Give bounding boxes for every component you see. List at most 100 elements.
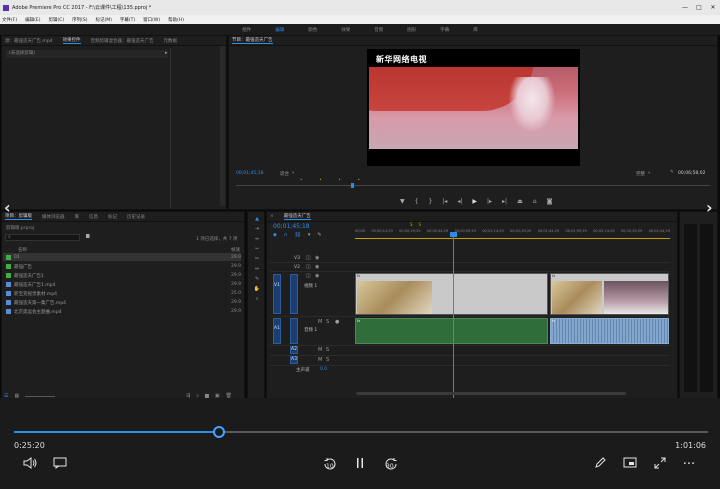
solo-s-icon[interactable]: S <box>326 347 329 353</box>
project-item[interactable]: 最强造天第一集广告.mp4 <box>6 298 66 307</box>
mute-m-icon[interactable]: M <box>318 319 322 325</box>
pause-button[interactable] <box>353 457 367 473</box>
toggle-sync-lock-icon[interactable]: ◫ <box>306 255 311 261</box>
menu-edit[interactable]: 编辑(E) <box>25 17 40 23</box>
eye-icon[interactable]: ◉ <box>315 255 319 261</box>
previous-arrow-icon[interactable]: ‹ <box>4 198 11 217</box>
rate-stretch-tool-icon[interactable]: ⇿ <box>253 246 261 252</box>
snap-icon[interactable]: ∩ <box>284 232 288 238</box>
tab-sequence[interactable]: 最强造天广告 <box>283 213 311 220</box>
add-marker-icon[interactable]: ▼ <box>400 198 405 205</box>
audio-clip[interactable]: fx <box>355 318 548 344</box>
tab-media-browser[interactable]: 媒体浏览器 <box>42 214 65 220</box>
zoom-dropdown-icon[interactable]: ▾ <box>292 171 294 176</box>
menu-title[interactable]: 字幕(T) <box>120 17 135 23</box>
program-playhead[interactable] <box>351 183 354 188</box>
ripple-edit-tool-icon[interactable]: ⟛ <box>253 236 261 242</box>
program-timecode[interactable]: 00;01;45;18 <box>236 171 263 176</box>
workspace-titles[interactable]: 字幕 <box>440 27 449 33</box>
timeline-playhead[interactable] <box>453 233 454 398</box>
pencil-edit-icon[interactable] <box>592 457 608 473</box>
source-patch-v1[interactable] <box>273 274 281 314</box>
workspace-assembly[interactable]: 组件 <box>242 27 251 33</box>
tab-metadata[interactable]: 元数据 <box>164 38 178 44</box>
workspace-color[interactable]: 颜色 <box>308 27 317 33</box>
toggle-sync-lock-icon[interactable]: ◫ <box>306 264 311 270</box>
wrench-icon[interactable]: ✎ <box>670 170 674 175</box>
go-to-out-icon[interactable]: ▸| <box>502 198 507 205</box>
tab-libraries[interactable]: 库 <box>75 214 80 220</box>
project-search-input[interactable]: ⌕ <box>5 234 80 241</box>
audio-clip-waveform[interactable]: fx <box>550 318 669 344</box>
program-mini-timeline[interactable] <box>236 185 710 186</box>
mini-view-icon[interactable] <box>622 457 638 473</box>
menu-window[interactable]: 窗口(W) <box>143 17 160 23</box>
mute-m-icon[interactable]: M <box>318 347 322 353</box>
mute-m-icon[interactable]: M <box>318 357 322 363</box>
playhead-handle[interactable] <box>450 232 457 237</box>
close-button[interactable]: ✕ <box>706 4 720 11</box>
pen-tool-icon[interactable]: ✎ <box>253 276 261 282</box>
playback-quality-select[interactable]: 完整 <box>636 171 645 177</box>
video-clip[interactable]: fx <box>550 273 669 315</box>
mark-out-icon[interactable]: } <box>428 198 432 205</box>
solo-s-icon[interactable]: S <box>326 357 329 363</box>
skip-back-icon[interactable]: 10 <box>321 457 339 473</box>
tab-audio-clip-mixer[interactable]: 音频剪辑混合器：最强造天广告 <box>91 38 154 44</box>
menu-sequence[interactable]: 序列(S) <box>72 17 87 23</box>
project-item[interactable]: 最强造天广告1.mp4 <box>6 280 55 289</box>
hand-tool-icon[interactable]: ✋ <box>253 286 261 292</box>
step-back-icon[interactable]: ◂| <box>457 198 462 205</box>
menu-clip[interactable]: 剪辑(C) <box>48 17 64 23</box>
track-label-v2[interactable]: V2 <box>294 265 300 270</box>
close-tab-icon[interactable]: × <box>270 214 274 219</box>
project-item[interactable]: 最强造天广告1 <box>6 271 44 280</box>
extract-icon[interactable]: ⌂ <box>533 198 537 205</box>
eye-icon[interactable]: ◉ <box>315 264 319 270</box>
microphone-icon[interactable]: ● <box>335 319 339 325</box>
track-target-v1[interactable] <box>290 274 298 314</box>
project-item[interactable]: 01 <box>6 253 20 262</box>
seek-bar-thumb[interactable] <box>212 426 225 438</box>
zoom-level-select[interactable]: 适合 <box>280 171 289 177</box>
tab-markers[interactable]: 标记 <box>108 214 117 220</box>
tab-source[interactable]: 源：最强造天广告.mp4 <box>5 38 53 44</box>
track-select-tool-icon[interactable]: ⇥ <box>253 226 261 232</box>
video-clip[interactable]: fx <box>355 273 548 315</box>
workspace-graphics[interactable]: 图形 <box>407 27 416 33</box>
timeline-timecode[interactable]: 00;01;45;18 <box>273 223 310 230</box>
source-patch-a1[interactable] <box>273 318 281 344</box>
project-item[interactable]: 新宝克视觉素材.mp4 <box>6 289 57 298</box>
zoom-tool-icon[interactable]: ⌕ <box>253 296 261 302</box>
linked-selection-icon[interactable]: ⛓ <box>295 232 301 238</box>
nest-icon[interactable]: ◆ <box>273 232 277 238</box>
slip-tool-icon[interactable]: ⇔ <box>253 266 261 272</box>
new-bin-icon[interactable]: ▆ <box>86 234 89 239</box>
solo-s-icon[interactable]: S <box>326 319 329 325</box>
workspace-effects[interactable]: 效果 <box>341 27 350 33</box>
workspace-libraries[interactable]: 库 <box>473 27 478 33</box>
step-forward-icon[interactable]: |▸ <box>487 198 492 205</box>
lift-icon[interactable]: ⏏ <box>517 198 523 205</box>
project-item[interactable]: 最强广告 <box>6 262 32 271</box>
program-monitor-title[interactable]: 节目：最强造天广告 <box>232 37 273 44</box>
zoom-slider[interactable] <box>25 396 56 397</box>
play-icon[interactable]: ▶ <box>472 198 477 205</box>
menu-marker[interactable]: 标记(M) <box>96 17 112 23</box>
skip-forward-icon[interactable]: 30 <box>382 457 400 473</box>
expand-arrow-icon[interactable]: ▸ <box>165 50 168 56</box>
export-frame-icon[interactable]: ◙ <box>547 198 553 205</box>
workspace-audio[interactable]: 音频 <box>374 27 383 33</box>
toggle-sync-lock-icon[interactable]: ◫ <box>306 273 311 279</box>
effect-controls-scrollbar[interactable] <box>220 46 225 206</box>
workspace-editing[interactable]: 编辑 <box>275 27 284 33</box>
menu-help[interactable]: 帮助(H) <box>168 17 184 23</box>
eye-icon[interactable]: ◉ <box>315 273 319 279</box>
tab-info[interactable]: 信息 <box>89 214 98 220</box>
minimize-button[interactable]: — <box>678 4 692 11</box>
track-label-v3[interactable]: V3 <box>294 256 300 261</box>
next-arrow-icon[interactable]: › <box>706 198 713 217</box>
sequence-marker[interactable]: S <box>410 222 413 227</box>
add-marker-timeline-icon[interactable]: ▾ <box>308 232 311 238</box>
master-volume[interactable]: 0.0 <box>320 367 327 372</box>
